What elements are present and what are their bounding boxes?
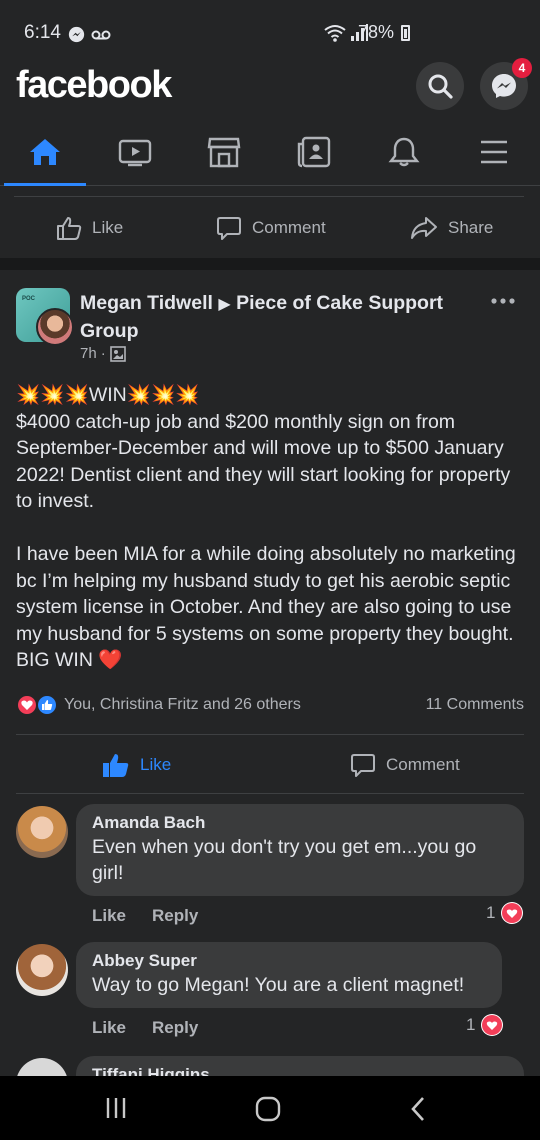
recent-apps-button[interactable] [104,1096,128,1125]
commenter-avatar[interactable] [16,944,68,996]
like-reaction-icon [36,694,58,716]
back-button[interactable] [408,1096,428,1127]
like-button[interactable]: Like [102,752,171,778]
voicemail-icon [91,30,111,39]
comment-like-link[interactable]: Like [92,906,126,926]
back-chevron-icon [411,1097,424,1121]
comment-bubble[interactable]: Abbey Super Way to go Megan! You are a c… [76,942,502,1008]
commenter-avatar[interactable] [16,806,68,858]
comment-links: Like Reply [92,906,198,926]
tab-menu[interactable] [464,132,524,172]
comment-text: Way to go Megan! You are a client magnet… [92,974,465,996]
commenter-name[interactable]: Tiffani Higgins [92,1064,508,1076]
heart-reaction-icon [501,902,524,924]
search-button[interactable] [416,62,464,110]
hamburger-menu-icon [481,140,507,164]
tab-watch[interactable] [105,132,165,172]
like-outline-icon [57,217,82,240]
comment-reactions[interactable]: 1 [486,902,524,924]
arrow-icon: ▶ [218,296,231,313]
post-body: 💥💥💥WIN💥💥💥 $4000 catch-up job and $200 mo… [16,384,516,671]
comment-bubble[interactable]: Tiffani Higgins [76,1056,524,1076]
love-reaction-icon [16,694,38,716]
feed-divider [0,258,540,270]
messenger-status-icon [68,26,85,43]
bell-icon [388,137,420,167]
post-actions: Like Comment [16,734,524,794]
commenter-avatar[interactable] [16,1058,68,1076]
battery-percent: 78% [357,22,394,42]
home-circle-icon [255,1096,281,1122]
reaction-summary[interactable]: You, Christina Fritz and 26 others [16,694,301,716]
author-avatar[interactable] [36,308,74,346]
battery-icon [401,25,410,41]
marketplace-icon [207,137,241,168]
search-icon [428,74,453,99]
tab-news[interactable] [284,132,344,172]
messenger-button[interactable]: 4 [480,58,532,110]
heart-reaction-icon [481,1014,504,1036]
active-tab-indicator [4,183,86,186]
commenter-name[interactable]: Abbey Super [92,950,486,972]
post-meta: 7h · [80,345,126,362]
wifi-icon [324,25,346,42]
home-system-button[interactable] [255,1096,281,1127]
prev-comment-button[interactable]: Comment [216,215,326,241]
comment-text: Even when you don't try you get em...you… [92,836,477,884]
status-notification-icons [68,26,111,43]
comment-reply-link[interactable]: Reply [152,1018,198,1038]
post-time[interactable]: 7h [80,345,97,362]
system-navigation-bar [0,1076,540,1140]
home-icon [30,139,60,165]
main-nav [0,120,540,186]
tab-marketplace[interactable] [194,132,254,172]
tab-notifications[interactable] [374,132,434,172]
facebook-logo: facebook [16,64,172,106]
messenger-badge: 4 [512,58,532,78]
messenger-icon [492,74,516,98]
comment-outline-icon [217,217,241,240]
comment-links: Like Reply [92,1018,198,1038]
comment-reactions[interactable]: 1 [466,1014,504,1036]
watch-icon [118,139,152,167]
status-bar: 6:14 78% [0,0,540,62]
news-icon [297,136,331,168]
comments-count[interactable]: 11 Comments [426,696,524,714]
status-time: 6:14 [24,22,61,43]
reaction-names: You, Christina Fritz and 26 others [64,696,301,713]
comment-bubble[interactable]: Amanda Bach Even when you don't try you … [76,804,524,896]
prev-share-button[interactable]: Share [410,215,493,241]
group-privacy-icon [109,345,126,362]
author-name[interactable]: Megan Tidwell [80,292,213,314]
comment-outline-icon [351,754,375,777]
tab-home[interactable] [15,132,75,172]
prev-like-button[interactable]: Like [56,215,123,241]
more-horizontal-icon [491,298,515,304]
comment-button[interactable]: Comment [350,752,460,778]
post-options-button[interactable] [490,292,516,310]
meta-separator: · [100,345,106,362]
previous-post-actions: Like Comment Share [14,196,524,258]
app-header: facebook 4 [0,58,540,118]
comment-item: Tiffani Higgins [0,1056,540,1076]
like-filled-icon [103,754,129,777]
recent-apps-icon [106,1098,126,1118]
comment-like-link[interactable]: Like [92,1018,126,1038]
share-outline-icon [411,217,437,239]
commenter-name[interactable]: Amanda Bach [92,812,508,834]
post-header: Megan Tidwell ▶ Piece of Cake Support Gr… [80,290,470,344]
comment-reply-link[interactable]: Reply [152,906,198,926]
